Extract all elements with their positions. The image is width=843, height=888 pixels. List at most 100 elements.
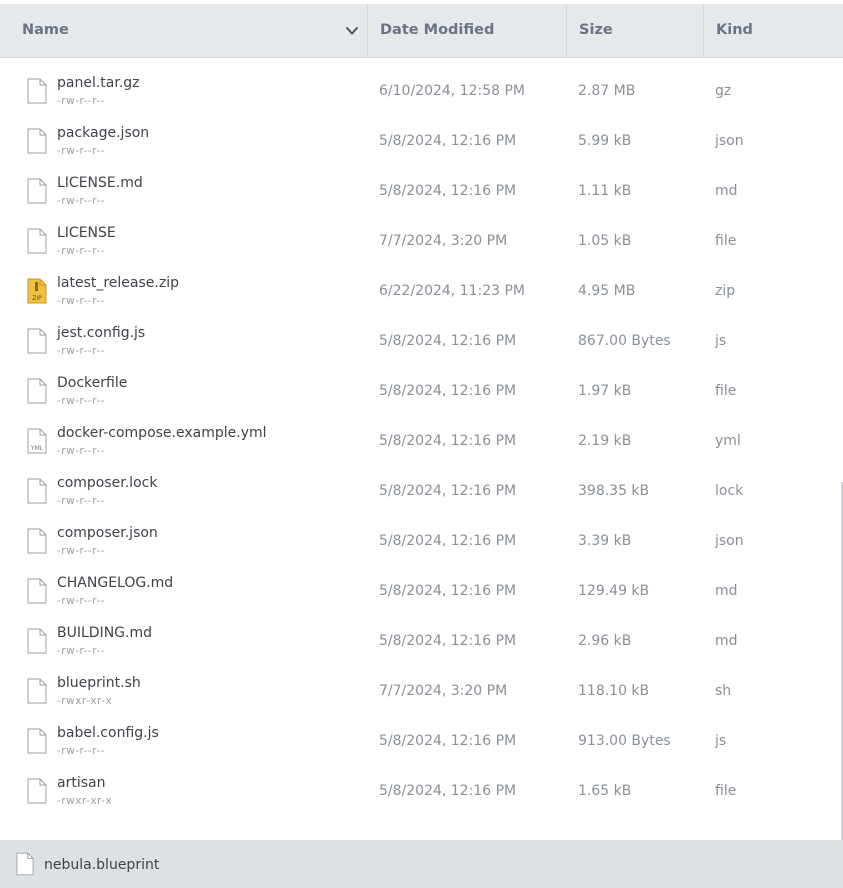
- file-permissions: -rw-r--r--: [57, 95, 105, 107]
- file-permissions: -rw-r--r--: [57, 195, 105, 207]
- file-kind: json: [715, 133, 744, 149]
- file-name: artisan: [57, 775, 106, 791]
- file-permissions: -rwxr-xr-x: [57, 795, 113, 807]
- file-date-modified: 5/8/2024, 12:16 PM: [379, 783, 517, 799]
- yml-file-icon: YML: [27, 428, 47, 454]
- file-name: Dockerfile: [57, 375, 128, 391]
- selected-file-bar[interactable]: nebula.blueprint: [0, 840, 843, 888]
- file-permissions: -rw-r--r--: [57, 395, 105, 407]
- file-kind: sh: [715, 683, 732, 699]
- chevron-down-icon[interactable]: [344, 24, 360, 38]
- file-row[interactable]: babel.config.js -rw-r--r-- 5/8/2024, 12:16…: [0, 716, 843, 766]
- file-permissions: -rw-r--r--: [57, 445, 105, 457]
- file-row[interactable]: jest.config.js -rw-r--r-- 5/8/2024, 12:16 …: [0, 316, 843, 366]
- file-date-modified: 5/8/2024, 12:16 PM: [379, 583, 517, 599]
- file-row[interactable]: panel.tar.gz -rw-r--r-- 6/10/2024, 12:58 P…: [0, 66, 843, 116]
- file-kind: gz: [715, 83, 732, 99]
- file-icon: [27, 178, 47, 204]
- file-date-modified: 6/10/2024, 12:58 PM: [379, 83, 526, 99]
- file-icon: [27, 528, 47, 554]
- file-icon: [27, 478, 47, 504]
- file-icon: [27, 328, 47, 354]
- file-icon: [27, 678, 47, 704]
- file-size: 1.97 kB: [578, 383, 632, 399]
- file-size: 867.00 Bytes: [578, 333, 671, 349]
- file-size: 4.95 MB: [578, 283, 636, 299]
- file-size: 129.49 kB: [578, 583, 650, 599]
- file-size: 398.35 kB: [578, 483, 650, 499]
- file-row[interactable]: LICENSE -rw-r--r-- 7/7/2024, 3:20 PM 1.05 k…: [0, 216, 843, 266]
- file-icon: [27, 628, 47, 654]
- file-size: 913.00 Bytes: [578, 733, 671, 749]
- file-size: 3.39 kB: [578, 533, 632, 549]
- file-icon: [27, 228, 47, 254]
- file-kind: file: [715, 783, 737, 799]
- file-size: 1.65 kB: [578, 783, 632, 799]
- size-column-label: Size: [579, 22, 613, 38]
- file-row[interactable]: composer.json -rw-r--r-- 5/8/2024, 12:16 P…: [0, 516, 843, 566]
- file-kind: md: [715, 633, 738, 649]
- file-size: 118.10 kB: [578, 683, 650, 699]
- file-name: package.json: [57, 125, 150, 141]
- file-kind: js: [715, 333, 727, 349]
- file-kind: md: [715, 583, 738, 599]
- file-date-modified: 6/22/2024, 11:23 PM: [379, 283, 526, 299]
- file-date-modified: 5/8/2024, 12:16 PM: [379, 383, 517, 399]
- file-date-modified: 5/8/2024, 12:16 PM: [379, 633, 517, 649]
- file-list[interactable]: postcss.config.js-rw-r--r--5/8/2024, 12:…: [0, 58, 843, 840]
- file-date-modified: 5/8/2024, 12:16 PM: [379, 433, 517, 449]
- date-column-label: Date Modified: [380, 22, 495, 38]
- file-row[interactable]: postcss.config.js-rw-r--r--5/8/2024, 12:…: [0, 58, 843, 66]
- size-column-header[interactable]: Size: [566, 4, 702, 57]
- file-permissions: -rw-r--r--: [57, 345, 105, 357]
- file-date-modified: 7/7/2024, 3:20 PM: [379, 233, 508, 249]
- file-permissions: -rw-r--r--: [57, 645, 105, 657]
- file-type-badge: YML: [30, 445, 44, 452]
- file-name: composer.json: [57, 525, 158, 541]
- file-date-modified: 5/8/2024, 12:16 PM: [379, 533, 517, 549]
- file-name: jest.config.js: [57, 325, 146, 341]
- date-column-header[interactable]: Date Modified: [367, 4, 566, 57]
- file-name: CHANGELOG.md: [57, 575, 174, 591]
- file-size: 1.11 kB: [578, 183, 632, 199]
- file-permissions: -rw-r--r--: [57, 245, 105, 257]
- file-permissions: -rw-r--r--: [57, 295, 105, 307]
- kind-column-label: Kind: [716, 22, 753, 38]
- file-size: 5.99 kB: [578, 133, 632, 149]
- file-name: BUILDING.md: [57, 625, 152, 641]
- file-icon: [16, 852, 34, 876]
- file-row[interactable]: CHANGELOG.md -rw-r--r-- 5/8/2024, 12:16 PM…: [0, 566, 843, 616]
- file-date-modified: 5/8/2024, 12:16 PM: [379, 733, 517, 749]
- file-icon: [27, 578, 47, 604]
- file-size: 2.87 MB: [578, 83, 636, 99]
- selected-file-name: nebula.blueprint: [44, 857, 160, 873]
- file-row[interactable]: LICENSE.md -rw-r--r-- 5/8/2024, 12:16 PM 1.…: [0, 166, 843, 216]
- file-permissions: -rwxr-xr-x: [57, 695, 113, 707]
- file-date-modified: 5/8/2024, 12:16 PM: [379, 183, 517, 199]
- file-row[interactable]: Dockerfile -rw-r--r-- 5/8/2024, 12:16 PM 1.…: [0, 366, 843, 416]
- file-row[interactable]: composer.lock -rw-r--r-- 5/8/2024, 12:16 P…: [0, 466, 843, 516]
- file-name: babel.config.js: [57, 725, 159, 741]
- file-size: 1.05 kB: [578, 233, 632, 249]
- file-date-modified: 5/8/2024, 12:16 PM: [379, 133, 517, 149]
- file-row[interactable]: ZIP latest_release.zip -rw-r--r-- 6/22/2024…: [0, 266, 843, 316]
- file-kind: md: [715, 183, 738, 199]
- file-kind: zip: [715, 283, 736, 299]
- file-row[interactable]: package.json -rw-r--r-- 5/8/2024, 12:16 PM…: [0, 116, 843, 166]
- file-row[interactable]: BUILDING.md -rw-r--r-- 5/8/2024, 12:16 PM 2…: [0, 616, 843, 666]
- file-permissions: -rw-r--r--: [57, 145, 105, 157]
- file-date-modified: 5/8/2024, 12:16 PM: [379, 483, 517, 499]
- name-column-label: Name: [22, 22, 69, 38]
- file-row[interactable]: artisan -rwxr-xr-x 5/8/2024, 12:16 PM 1.65 …: [0, 766, 843, 816]
- file-row[interactable]: YML docker-compose.example.yml -rw-r--r-- 5…: [0, 416, 843, 466]
- name-column-header[interactable]: Name: [10, 4, 366, 57]
- file-name: latest_release.zip: [57, 275, 179, 291]
- file-kind: file: [715, 233, 737, 249]
- zip-file-icon: ZIP: [27, 278, 47, 304]
- file-row[interactable]: blueprint.sh -rwxr-xr-x 7/7/2024, 3:20 PM 1…: [0, 666, 843, 716]
- column-header: Name Date Modified Size Kind: [0, 4, 843, 58]
- file-permissions: -rw-r--r--: [57, 545, 105, 557]
- file-name: blueprint.sh: [57, 675, 141, 691]
- kind-column-header[interactable]: Kind: [703, 4, 843, 57]
- file-name: panel.tar.gz: [57, 75, 140, 91]
